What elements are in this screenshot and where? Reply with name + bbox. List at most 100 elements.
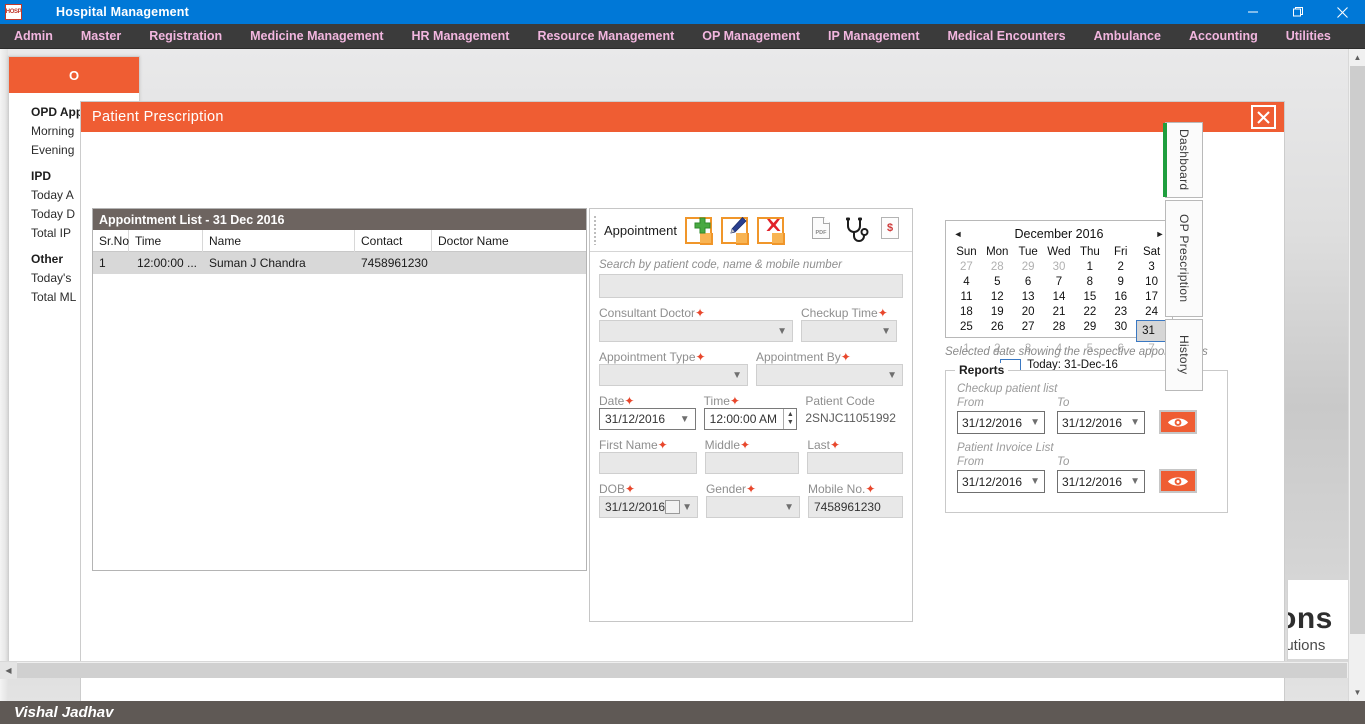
tab-history[interactable]: History: [1165, 319, 1203, 391]
delete-appointment-icon[interactable]: [757, 215, 789, 246]
edit-appointment-icon[interactable]: [721, 215, 753, 246]
calendar-day[interactable]: 6: [1013, 275, 1044, 290]
calendar-day-selected[interactable]: 31: [1136, 320, 1167, 342]
column-header-name[interactable]: Name: [203, 230, 355, 252]
calendar-day[interactable]: 22: [1074, 305, 1105, 320]
calendar-day[interactable]: 26: [982, 320, 1013, 342]
dialog-close-icon[interactable]: [1251, 105, 1276, 129]
menu-item-accounting[interactable]: Accounting: [1175, 24, 1272, 49]
add-appointment-icon[interactable]: [685, 215, 717, 246]
search-input[interactable]: [599, 274, 903, 298]
calendar-day[interactable]: 21: [1044, 305, 1075, 320]
grid-column-headers: Sr.No Time Name Contact Doctor Name: [93, 230, 586, 252]
menu-item-medicine-management[interactable]: Medicine Management: [236, 24, 397, 49]
calendar-day[interactable]: 13: [1013, 290, 1044, 305]
checkup-view-report-button[interactable]: [1159, 410, 1197, 434]
menu-item-ambulance[interactable]: Ambulance: [1080, 24, 1175, 49]
calendar-day[interactable]: 17: [1136, 290, 1167, 305]
calendar-day[interactable]: 30: [1044, 260, 1075, 275]
appointment-by-select[interactable]: ▼: [756, 364, 903, 386]
time-spinner-arrows[interactable]: ▲▼: [783, 409, 796, 429]
date-picker[interactable]: 31/12/2016▼: [599, 408, 696, 430]
calendar-day[interactable]: 9: [1105, 275, 1136, 290]
calendar-day[interactable]: 28: [982, 260, 1013, 275]
stethoscope-icon[interactable]: [843, 216, 871, 244]
tab-dashboard[interactable]: Dashboard: [1165, 122, 1203, 198]
appointment-type-label: Appointment Type✦: [599, 350, 748, 364]
calendar-day[interactable]: 5: [982, 275, 1013, 290]
menu-item-master[interactable]: Master: [67, 24, 135, 49]
calendar-title[interactable]: December 2016: [1015, 227, 1104, 241]
horizontal-scroll-thumb[interactable]: [17, 663, 1347, 678]
scroll-up-icon[interactable]: ▲: [1349, 49, 1365, 66]
calendar-day[interactable]: 23: [1105, 305, 1136, 320]
calendar-day[interactable]: 30: [1105, 320, 1136, 342]
first-name-input[interactable]: [599, 452, 697, 474]
invoice-icon[interactable]: $: [881, 217, 903, 243]
table-row[interactable]: 1 12:00:00 ... Suman J Chandra 745896123…: [93, 252, 586, 274]
calendar-day[interactable]: 2: [1105, 260, 1136, 275]
calendar-day[interactable]: 8: [1074, 275, 1105, 290]
gender-select[interactable]: ▼: [706, 496, 800, 518]
column-header-contact[interactable]: Contact: [355, 230, 432, 252]
horizontal-scrollbar[interactable]: ◀: [0, 661, 1348, 678]
column-header-srno[interactable]: Sr.No: [93, 230, 129, 252]
column-header-doctor-name[interactable]: Doctor Name: [432, 230, 585, 252]
calendar-icon[interactable]: [665, 500, 680, 514]
menu-item-ip-management[interactable]: IP Management: [814, 24, 933, 49]
invoice-to-date[interactable]: 31/12/2016▼: [1057, 470, 1145, 493]
calendar-day[interactable]: 12: [982, 290, 1013, 305]
last-name-input[interactable]: [807, 452, 903, 474]
checkup-time-select[interactable]: ▼: [801, 320, 897, 342]
toolbar-drag-handle[interactable]: [593, 215, 598, 245]
calendar-day[interactable]: 10: [1136, 275, 1167, 290]
checkup-from-date[interactable]: 31/12/2016▼: [957, 411, 1045, 434]
menu-item-utilities[interactable]: Utilities: [1272, 24, 1345, 49]
calendar-day[interactable]: 7: [1044, 275, 1075, 290]
scroll-left-icon[interactable]: ◀: [0, 662, 17, 679]
scroll-down-icon[interactable]: ▼: [1349, 684, 1365, 701]
time-spinner[interactable]: 12:00:00 AM ▲▼: [704, 408, 798, 430]
tab-op-prescription[interactable]: OP Prescription: [1165, 200, 1203, 317]
calendar-day[interactable]: 25: [951, 320, 982, 342]
checkup-to-date[interactable]: 31/12/2016▼: [1057, 411, 1145, 434]
calendar-day[interactable]: 18: [951, 305, 982, 320]
calendar-day[interactable]: 24: [1136, 305, 1167, 320]
menu-item-resource-management[interactable]: Resource Management: [523, 24, 688, 49]
calendar-day[interactable]: 3: [1136, 260, 1167, 275]
minimize-icon[interactable]: [1230, 0, 1275, 24]
dob-picker[interactable]: 31/12/2016 ▼: [599, 496, 698, 518]
consultant-doctor-select[interactable]: ▼: [599, 320, 793, 342]
pdf-report-icon[interactable]: PDF: [812, 217, 834, 243]
menu-item-medical-encounters[interactable]: Medical Encounters: [933, 24, 1079, 49]
calendar-day[interactable]: 20: [1013, 305, 1044, 320]
patient-prescription-dialog: Patient Prescription Appointment List - …: [80, 101, 1285, 701]
invoice-from-date[interactable]: 31/12/2016▼: [957, 470, 1045, 493]
close-icon[interactable]: [1320, 0, 1365, 24]
calendar-day[interactable]: 19: [982, 305, 1013, 320]
calendar-day[interactable]: 29: [1013, 260, 1044, 275]
calendar-day[interactable]: 28: [1044, 320, 1075, 342]
calendar-day[interactable]: 1: [1074, 260, 1105, 275]
calendar-day[interactable]: 11: [951, 290, 982, 305]
vertical-scrollbar[interactable]: ▲ ▼: [1348, 49, 1365, 701]
calendar-day[interactable]: 16: [1105, 290, 1136, 305]
calendar-day[interactable]: 27: [1013, 320, 1044, 342]
middle-name-input[interactable]: [705, 452, 800, 474]
menu-item-hr-management[interactable]: HR Management: [398, 24, 524, 49]
calendar-day[interactable]: 15: [1074, 290, 1105, 305]
appointment-type-select[interactable]: ▼: [599, 364, 748, 386]
invoice-view-report-button[interactable]: [1159, 469, 1197, 493]
menu-item-admin[interactable]: Admin: [0, 24, 67, 49]
calendar-prev-icon[interactable]: ◄: [951, 229, 965, 239]
menu-item-op-management[interactable]: OP Management: [688, 24, 814, 49]
maximize-icon[interactable]: [1275, 0, 1320, 24]
calendar-day[interactable]: 27: [951, 260, 982, 275]
column-header-time[interactable]: Time: [129, 230, 203, 252]
menu-item-registration[interactable]: Registration: [135, 24, 236, 49]
mobile-no-input[interactable]: 7458961230: [808, 496, 903, 518]
calendar-day[interactable]: 29: [1074, 320, 1105, 342]
vertical-scroll-thumb[interactable]: [1350, 66, 1365, 634]
calendar-day[interactable]: 14: [1044, 290, 1075, 305]
calendar-day[interactable]: 4: [951, 275, 982, 290]
